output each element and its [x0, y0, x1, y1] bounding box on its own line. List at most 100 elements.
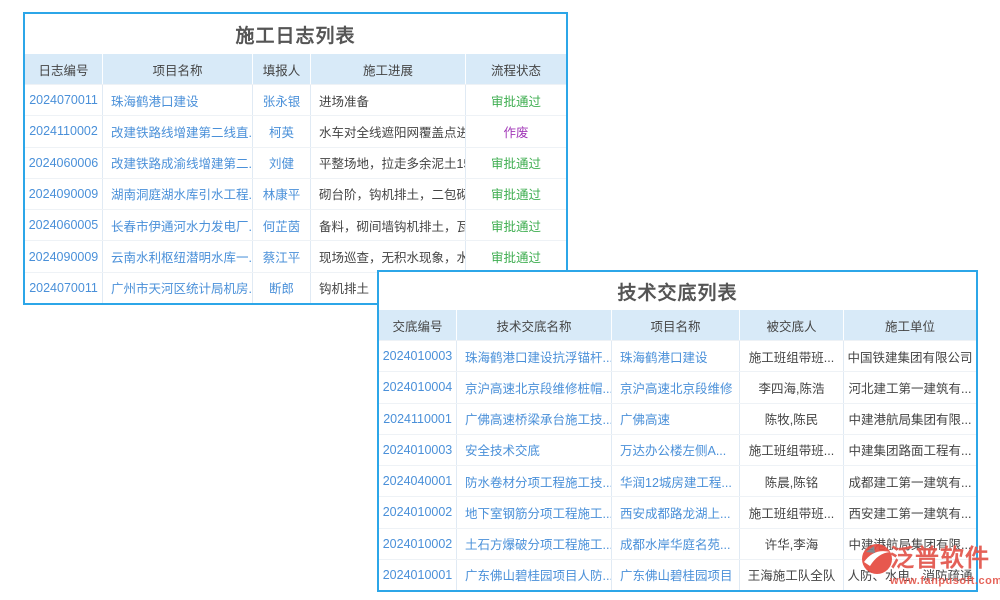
fanpu-logo-icon [862, 544, 892, 574]
cell: 中建集团路面工程有... [844, 435, 976, 465]
cell-link[interactable]: 2024010001 [379, 560, 457, 590]
table-row: 2024110002改建铁路线增建第二线直...柯英水车对全线遮阳网覆盖点进..… [25, 115, 566, 146]
cell-link[interactable]: 成都水岸华庭名苑... [612, 529, 740, 559]
cell: 施工班组带班... [740, 497, 844, 527]
cell-link[interactable]: 珠海鹤港口建设 [612, 341, 740, 371]
table-row: 2024060005长春市伊通河水力发电厂...何芷茵备料，砌间墙钩机排土，瓦.… [25, 209, 566, 240]
table-row: 2024090009云南水利枢纽潜明水库一...蔡江平现场巡查，无积水现象，水.… [25, 240, 566, 271]
cell-link[interactable]: 刘健 [253, 148, 311, 178]
cell-link[interactable]: 云南水利枢纽潜明水库一... [103, 241, 253, 271]
table-row: 2024010002地下室钢筋分项工程施工...西安成都路龙湖上...施工班组带… [379, 496, 976, 527]
cell: 现场巡查，无积水现象，水... [311, 241, 466, 271]
cell-link[interactable]: 2024010002 [379, 529, 457, 559]
cell-link[interactable]: 2024010003 [379, 341, 457, 371]
cell: 成都建工第一建筑有... [844, 466, 976, 496]
cell-link[interactable]: 林康平 [253, 179, 311, 209]
cell-link[interactable]: 防水卷材分项工程施工技... [457, 466, 612, 496]
cell: 审批通过 [466, 148, 566, 178]
cell: 陈牧,陈民 [740, 404, 844, 434]
table-row: 2024040001防水卷材分项工程施工技...华润12城房建工程...陈晨,陈… [379, 465, 976, 496]
table-row: 2024110001广佛高速桥梁承台施工技...广佛高速陈牧,陈民中建港航局集团… [379, 403, 976, 434]
column-header: 施工进展 [311, 54, 466, 84]
cell-link[interactable]: 2024090009 [25, 241, 103, 271]
column-header: 交底编号 [379, 310, 457, 340]
cell: 许华,李海 [740, 529, 844, 559]
cell: 中建港航局集团有限... [844, 404, 976, 434]
cell-link[interactable]: 张永银 [253, 85, 311, 115]
watermark-url-text: www.fanpusoft.com [890, 575, 996, 587]
column-header: 填报人 [253, 54, 311, 84]
cell-link[interactable]: 2024070011 [25, 273, 103, 303]
cell-link[interactable]: 广州市天河区统计局机房... [103, 273, 253, 303]
watermark: 泛普软件 www.fanpusoft.com [862, 544, 996, 587]
cell: 作废 [466, 116, 566, 146]
cell-link[interactable]: 安全技术交底 [457, 435, 612, 465]
cell: 陈晨,陈铭 [740, 466, 844, 496]
column-header: 项目名称 [103, 54, 253, 84]
cell-link[interactable]: 2024060006 [25, 148, 103, 178]
cell-link[interactable]: 地下室钢筋分项工程施工... [457, 497, 612, 527]
cell: 审批通过 [466, 241, 566, 271]
cell: 审批通过 [466, 179, 566, 209]
cell-link[interactable]: 2024110002 [25, 116, 103, 146]
cell-link[interactable]: 断郎 [253, 273, 311, 303]
cell-link[interactable]: 2024110001 [379, 404, 457, 434]
cell-link[interactable]: 改建铁路成渝线增建第二... [103, 148, 253, 178]
cell-link[interactable]: 广佛高速桥梁承台施工技... [457, 404, 612, 434]
cell-link[interactable]: 2024040001 [379, 466, 457, 496]
cell: 水车对全线遮阳网覆盖点进... [311, 116, 466, 146]
cell: 砌台阶，钩机排土，二包砌... [311, 179, 466, 209]
cell-link[interactable]: 土石方爆破分项工程施工... [457, 529, 612, 559]
cell-link[interactable]: 广佛高速 [612, 404, 740, 434]
column-header: 日志编号 [25, 54, 103, 84]
table-row: 2024010003安全技术交底万达办公楼左侧A...施工班组带班...中建集团… [379, 434, 976, 465]
cell-link[interactable]: 2024010003 [379, 435, 457, 465]
cell-link[interactable]: 珠海鹤港口建设抗浮锚杆... [457, 341, 612, 371]
cell-link[interactable]: 广东佛山碧桂园项目 [612, 560, 740, 590]
cell: 李四海,陈浩 [740, 372, 844, 402]
cell: 中国铁建集团有限公司 [844, 341, 976, 371]
cell: 西安建工第一建筑有... [844, 497, 976, 527]
cell-link[interactable]: 京沪高速北京段维修 [612, 372, 740, 402]
cell: 进场准备 [311, 85, 466, 115]
disclosure-header-row: 交底编号技术交底名称项目名称被交底人施工单位 [379, 310, 976, 340]
cell: 审批通过 [466, 85, 566, 115]
cell: 施工班组带班... [740, 435, 844, 465]
cell-link[interactable]: 何芷茵 [253, 210, 311, 240]
cell: 王海施工队全队 [740, 560, 844, 590]
watermark-brand-text: 泛普软件 [890, 546, 990, 572]
cell-link[interactable]: 万达办公楼左侧A... [612, 435, 740, 465]
cell-link[interactable]: 2024070011 [25, 85, 103, 115]
column-header: 流程状态 [466, 54, 566, 84]
cell-link[interactable]: 长春市伊通河水力发电厂... [103, 210, 253, 240]
cell-link[interactable]: 柯英 [253, 116, 311, 146]
cell-link[interactable]: 2024010002 [379, 497, 457, 527]
cell: 施工班组带班... [740, 341, 844, 371]
cell-link[interactable]: 改建铁路线增建第二线直... [103, 116, 253, 146]
cell-link[interactable]: 广东佛山碧桂园项目人防... [457, 560, 612, 590]
construction-log-table: 施工日志列表 日志编号项目名称填报人施工进展流程状态 2024070011珠海鹤… [23, 12, 568, 305]
cell-link[interactable]: 湖南洞庭湖水库引水工程... [103, 179, 253, 209]
table-row: 2024090009湖南洞庭湖水库引水工程...林康平砌台阶，钩机排土，二包砌.… [25, 178, 566, 209]
cell: 河北建工第一建筑有... [844, 372, 976, 402]
column-header: 技术交底名称 [457, 310, 612, 340]
column-header: 项目名称 [612, 310, 740, 340]
cell-link[interactable]: 京沪高速北京段维修桩帽... [457, 372, 612, 402]
cell-link[interactable]: 2024060005 [25, 210, 103, 240]
cell-link[interactable]: 珠海鹤港口建设 [103, 85, 253, 115]
cell: 平整场地，拉走多余泥土15... [311, 148, 466, 178]
disclosure-title: 技术交底列表 [379, 272, 976, 310]
column-header: 施工单位 [844, 310, 976, 340]
cell-link[interactable]: 西安成都路龙湖上... [612, 497, 740, 527]
app-screen: 施工日志列表 日志编号项目名称填报人施工进展流程状态 2024070011珠海鹤… [0, 0, 1000, 600]
cell-link[interactable]: 2024090009 [25, 179, 103, 209]
cell-link[interactable]: 2024010004 [379, 372, 457, 402]
cell-link[interactable]: 华润12城房建工程... [612, 466, 740, 496]
table-row: 2024010004京沪高速北京段维修桩帽...京沪高速北京段维修李四海,陈浩河… [379, 371, 976, 402]
table-row: 2024060006改建铁路成渝线增建第二...刘健平整场地，拉走多余泥土15.… [25, 147, 566, 178]
table-row: 2024010003珠海鹤港口建设抗浮锚杆...珠海鹤港口建设施工班组带班...… [379, 340, 976, 371]
cell: 审批通过 [466, 210, 566, 240]
cell: 备料，砌间墙钩机排土，瓦... [311, 210, 466, 240]
construction-log-header-row: 日志编号项目名称填报人施工进展流程状态 [25, 54, 566, 84]
cell-link[interactable]: 蔡江平 [253, 241, 311, 271]
